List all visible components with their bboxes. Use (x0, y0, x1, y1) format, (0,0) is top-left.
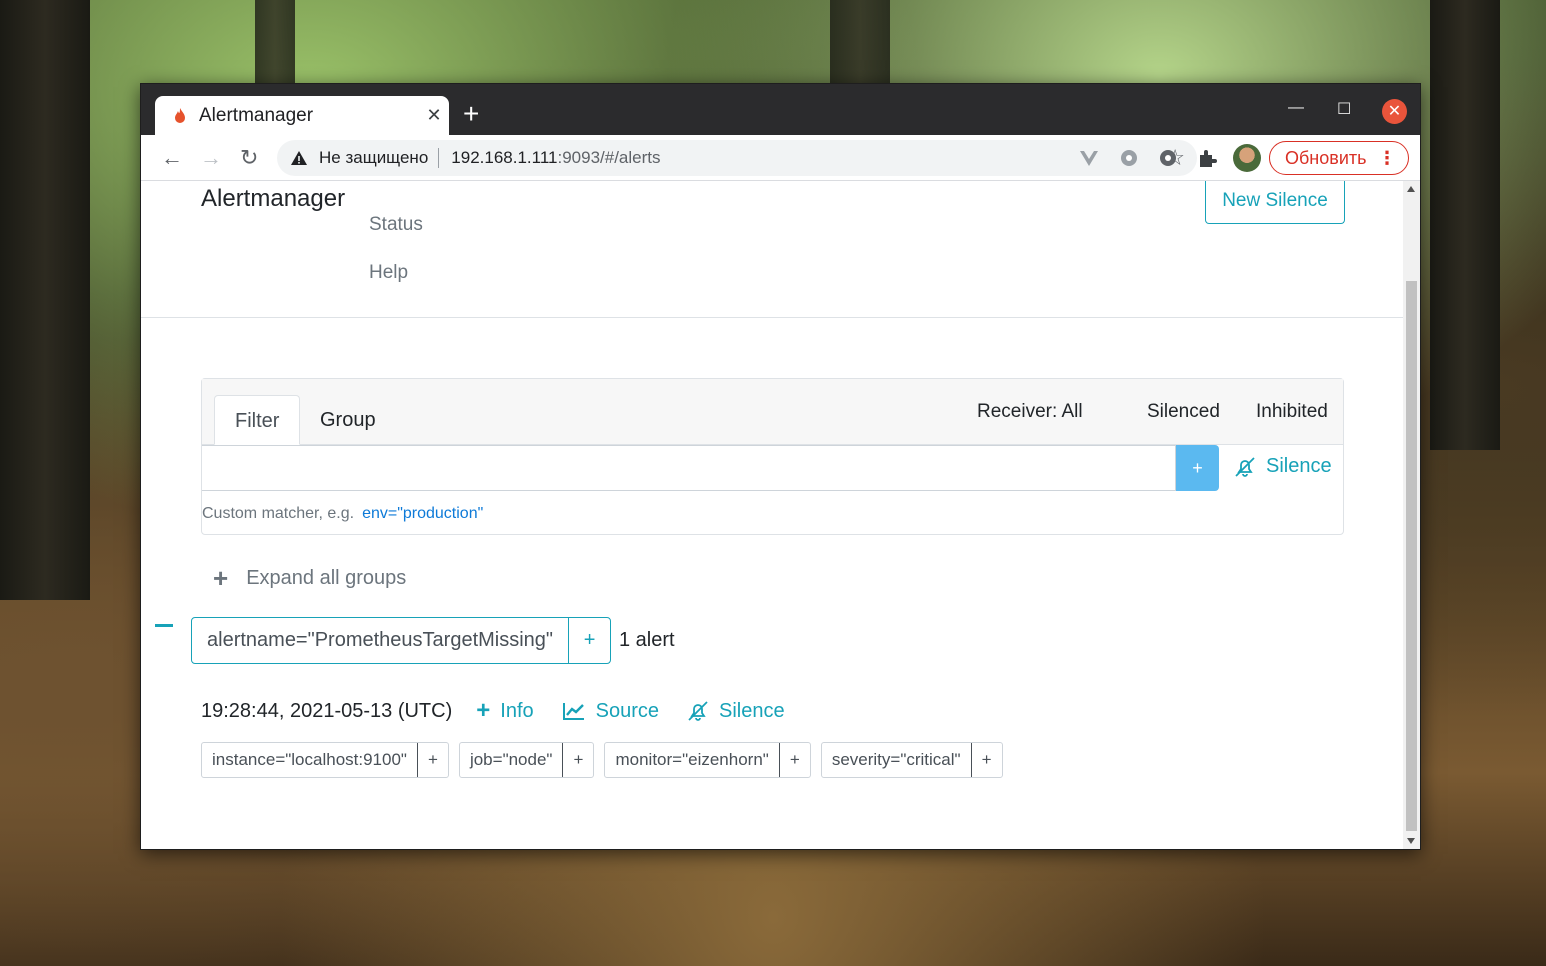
window-close-button[interactable]: ✕ (1382, 99, 1407, 124)
new-tab-button[interactable]: + (463, 98, 479, 130)
label-text: monitor="eizenhorn" (615, 750, 769, 769)
collapse-group-icon[interactable] (155, 624, 173, 627)
scroll-up-arrow-icon[interactable] (1407, 186, 1415, 192)
scroll-down-arrow-icon[interactable] (1407, 838, 1415, 844)
label-add-filter-button[interactable]: + (970, 743, 1002, 777)
security-status[interactable]: Не защищено (319, 148, 440, 168)
forward-icon[interactable]: → (200, 145, 222, 171)
expand-all-groups[interactable]: + Expand all groups (213, 563, 406, 594)
silence-alert-button[interactable]: Silence (687, 700, 785, 723)
source-link[interactable]: Source (562, 700, 659, 723)
navbar-brand[interactable]: Alertmanager (201, 185, 345, 213)
label-tag: instance="localhost:9100" + (201, 742, 449, 778)
plus-icon: + (476, 697, 491, 724)
settings-extension-icon[interactable] (1157, 147, 1179, 169)
silence-filter-link[interactable]: Silence (1234, 455, 1332, 478)
group-add-filter-button[interactable]: + (568, 618, 610, 663)
plus-icon: + (213, 563, 229, 593)
background-tree (1430, 0, 1500, 450)
browser-tab[interactable]: Alertmanager ✕ (155, 96, 449, 135)
puzzle-icon[interactable] (1196, 147, 1218, 169)
new-silence-button[interactable]: New Silence (1205, 181, 1345, 224)
label-add-filter-button[interactable]: + (562, 743, 593, 777)
label-add-filter-button[interactable]: + (778, 743, 810, 777)
flame-icon (175, 107, 185, 123)
url-host: 192.168.1.111 (451, 148, 558, 167)
extension-gear-icon[interactable] (1118, 147, 1140, 169)
filter-card-header: Filter Group Receiver: All Silenced Inhi… (202, 379, 1343, 445)
silenced-toggle[interactable]: Silenced (1147, 401, 1220, 423)
update-button[interactable]: Обновить ⋮ (1269, 141, 1409, 175)
title-bar: Alertmanager ✕ + — ☐ ✕ (141, 84, 1420, 135)
matcher-helper: Custom matcher, e.g. env="production" (202, 505, 483, 523)
reload-icon[interactable]: ↻ (240, 145, 258, 171)
update-button-label: Обновить (1285, 147, 1367, 168)
inhibited-toggle[interactable]: Inhibited (1256, 401, 1328, 423)
label-add-filter-button[interactable]: + (416, 743, 448, 777)
info-label: Info (500, 699, 534, 722)
vertical-scrollbar[interactable] (1403, 181, 1420, 849)
bell-slash-icon (1235, 456, 1255, 477)
close-tab-icon[interactable]: ✕ (419, 105, 449, 126)
label-tag: job="node" + (458, 742, 595, 778)
tab-filter[interactable]: Filter (214, 395, 301, 445)
label-tag: monitor="eizenhorn" + (604, 742, 811, 778)
profile-avatar[interactable] (1233, 144, 1261, 172)
tab-group[interactable]: Group (300, 395, 396, 445)
menu-dots-icon[interactable]: ⋮ (1378, 148, 1396, 169)
nav-link-status[interactable]: Status (369, 214, 423, 236)
filter-input[interactable] (202, 445, 1176, 491)
address-bar[interactable]: Не защищено 192.168.1.111:9093/#/alerts … (277, 140, 1197, 176)
receiver-dropdown[interactable]: Receiver: All (977, 401, 1083, 423)
background-tree (0, 0, 90, 600)
label-text: job="node" (469, 750, 553, 769)
nav-link-help[interactable]: Help (369, 262, 408, 284)
scrollbar-thumb[interactable] (1406, 281, 1417, 831)
silence-filter-label: Silence (1266, 455, 1332, 477)
back-icon[interactable]: ← (161, 145, 183, 171)
filter-card: Filter Group Receiver: All Silenced Inhi… (201, 378, 1344, 535)
page-viewport: Alertmanager Status Help New Silence Fil… (141, 181, 1403, 849)
expand-all-label: Expand all groups (246, 567, 407, 589)
url-path: :9093/#/alerts (557, 148, 661, 167)
vue-extension-icon[interactable] (1078, 147, 1100, 169)
bell-slash-icon (688, 701, 708, 721)
navbar-divider (141, 317, 1403, 318)
label-text: severity="critical" (831, 750, 961, 769)
browser-toolbar: ← → ↻ Не защищено 192.168.1.111:9093/#/a… (141, 135, 1420, 181)
minimize-button[interactable]: — (1288, 99, 1304, 117)
maximize-button[interactable]: ☐ (1337, 99, 1351, 119)
source-label: Source (595, 699, 659, 722)
silence-alert-label: Silence (719, 699, 785, 722)
group-label-text: alertname="PrometheusTargetMissing" (207, 629, 554, 651)
helper-example-link[interactable]: env="production" (362, 505, 483, 522)
label-text: instance="localhost:9100" (212, 750, 407, 769)
add-filter-button[interactable]: + (1176, 445, 1219, 491)
helper-text: Custom matcher, e.g. (202, 505, 355, 522)
group-label: alertname="PrometheusTargetMissing" + (191, 617, 612, 664)
warning-icon (291, 151, 307, 165)
alert-labels: instance="localhost:9100" + job="node" +… (201, 742, 1013, 778)
alert-row: 19:28:44, 2021-05-13 (UTC) + Info Source… (201, 697, 813, 725)
tab-title: Alertmanager (199, 104, 314, 126)
chart-line-icon (562, 703, 584, 720)
label-tag: severity="critical" + (820, 742, 1003, 778)
alert-timestamp: 19:28:44, 2021-05-13 (UTC) (201, 699, 453, 722)
alert-count: 1 alert (619, 629, 675, 651)
browser-window: Alertmanager ✕ + — ☐ ✕ ← → ↻ Не защищено… (140, 83, 1421, 850)
info-button[interactable]: + Info (476, 697, 533, 725)
